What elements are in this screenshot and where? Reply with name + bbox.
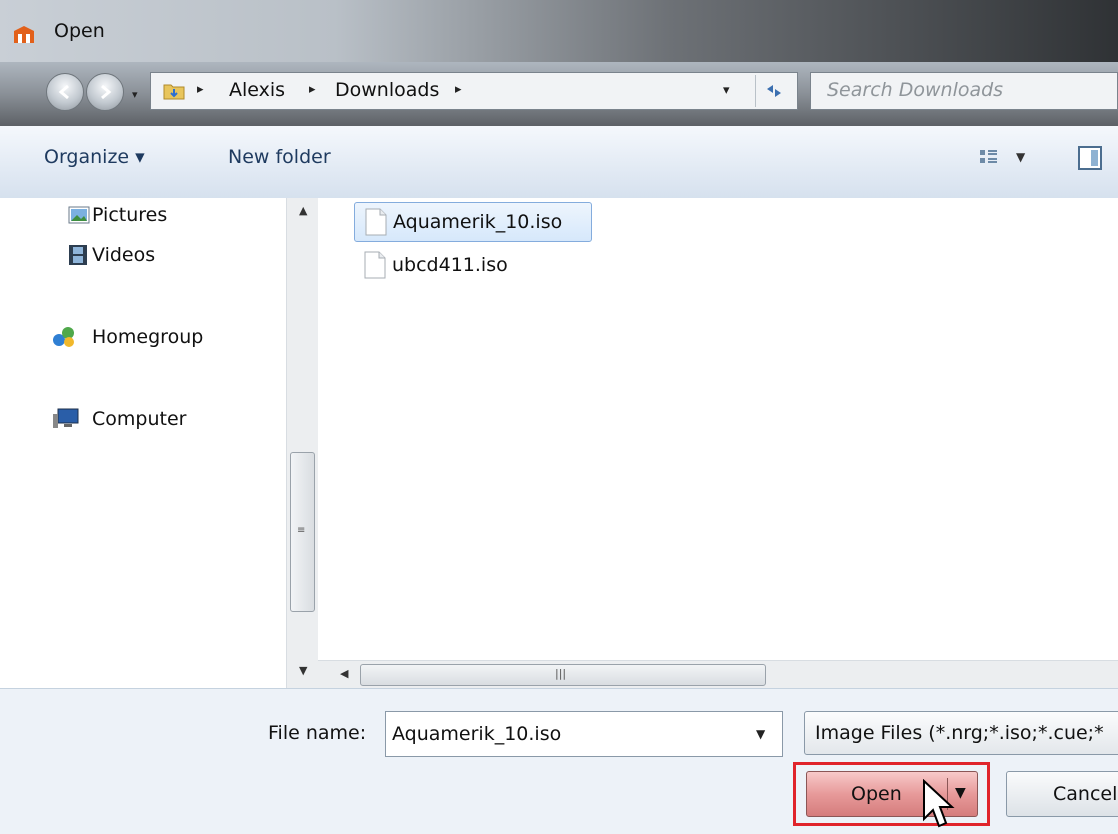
forward-arrow-icon [101,84,112,100]
breadcrumb-downloads[interactable]: Downloads [335,79,439,101]
refresh-button[interactable] [755,75,792,107]
title-bar: Open [0,0,1118,62]
scroll-left-arrow-icon[interactable]: ◀ [340,667,348,680]
open-button-label: Open [851,783,902,805]
back-arrow-icon [58,84,69,100]
homegroup-icon [53,327,74,347]
scroll-down-arrow-icon[interactable]: ▼ [299,664,307,677]
change-view-icon[interactable] [978,148,1000,170]
breadcrumb-chevron-icon[interactable]: ▸ [455,82,462,97]
file-icon [365,208,387,236]
navigation-pane: Pictures Videos Homegroup Computer [0,198,286,688]
breadcrumb-alexis[interactable]: Alexis [229,79,285,101]
breadcrumb-chevron-icon[interactable]: ▸ [197,82,204,97]
cancel-button-label: Cancel [1053,783,1118,805]
refresh-icon [767,85,781,97]
app-icon [14,26,34,43]
open-dropdown-icon[interactable]: ▼ [955,785,966,801]
nav-item-label: Videos [92,244,156,266]
file-item-aquamerik[interactable]: Aquamerik_10.iso [354,202,592,242]
file-type-filter-value: Image Files (*.nrg;*.iso;*.cue;* [815,722,1104,744]
nav-item-computer[interactable]: Computer [52,406,232,436]
computer-icon [53,408,79,428]
back-button[interactable] [46,73,84,111]
grip-icon: ||| [555,667,567,680]
breadcrumb[interactable]: ▸ Alexis ▸ Downloads ▸ ▾ [150,72,798,110]
preview-pane-icon[interactable] [1078,146,1102,170]
videos-icon [69,245,87,265]
breadcrumb-chevron-icon[interactable]: ▸ [309,82,316,97]
address-dropdown-icon[interactable]: ▾ [723,83,730,98]
file-name-field[interactable]: Aquamerik_10.iso ▼ [385,711,783,757]
horizontal-scrollbar-thumb[interactable]: ||| [360,664,766,686]
file-name-dropdown-icon[interactable]: ▼ [756,727,765,741]
vertical-scrollbar-thumb[interactable]: ≡ [290,452,315,612]
cancel-button[interactable]: Cancel [1006,771,1118,817]
nav-item-label: Homegroup [92,326,204,348]
nav-item-label: Pictures [92,204,168,226]
nav-item-label: Computer [92,408,187,430]
folder-icon [163,84,185,100]
file-name-value[interactable]: Aquamerik_10.iso [392,723,561,745]
file-type-filter[interactable]: Image Files (*.nrg;*.iso;*.cue;* [804,711,1118,755]
file-list-horizontal-scrollbar[interactable]: ◀ ||| [318,660,1118,689]
forward-button[interactable] [86,73,124,111]
file-name: Aquamerik_10.iso [393,211,563,233]
view-options-dropdown-icon[interactable]: ▼ [1016,150,1025,164]
command-bar [0,126,1118,199]
nav-item-homegroup[interactable]: Homegroup [52,324,232,354]
search-input[interactable]: Search Downloads [810,72,1118,110]
file-list: Aquamerik_10.iso ubcd411.iso [318,198,1118,688]
nav-item-videos[interactable]: Videos [68,242,208,272]
pictures-icon [68,206,90,224]
scroll-up-arrow-icon[interactable]: ▲ [299,204,307,217]
grip-icon: ≡ [297,525,306,536]
nav-item-pictures[interactable]: Pictures [68,202,208,232]
mouse-cursor-icon [923,779,955,828]
window-title: Open [54,20,105,42]
file-icon [364,251,386,279]
organize-button[interactable]: Organize ▾ [44,146,145,168]
file-item-ubcd411[interactable]: ubcd411.iso [354,246,554,286]
new-folder-button[interactable]: New folder [228,146,331,168]
recent-locations-dropdown-icon[interactable]: ▾ [132,88,138,101]
navigation-pane-scrollbar[interactable]: ▲ ≡ ▼ [286,198,319,688]
file-name-label: File name: [268,722,367,744]
file-name: ubcd411.iso [392,254,508,276]
